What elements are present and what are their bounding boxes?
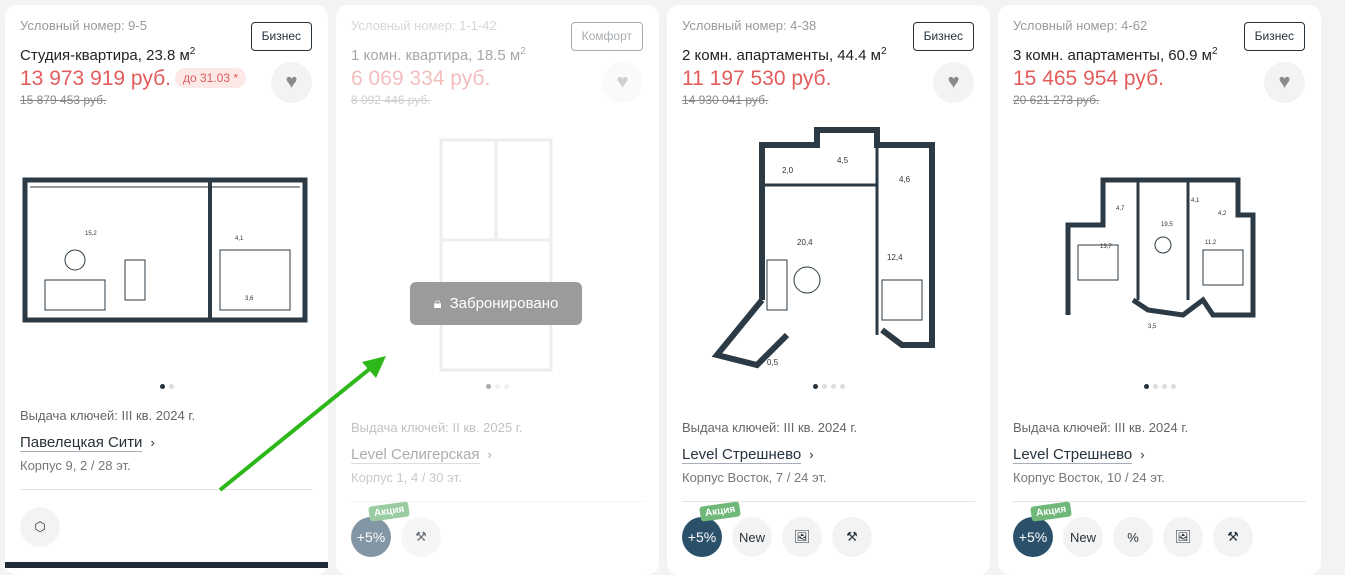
annotation-arrow xyxy=(218,356,386,492)
